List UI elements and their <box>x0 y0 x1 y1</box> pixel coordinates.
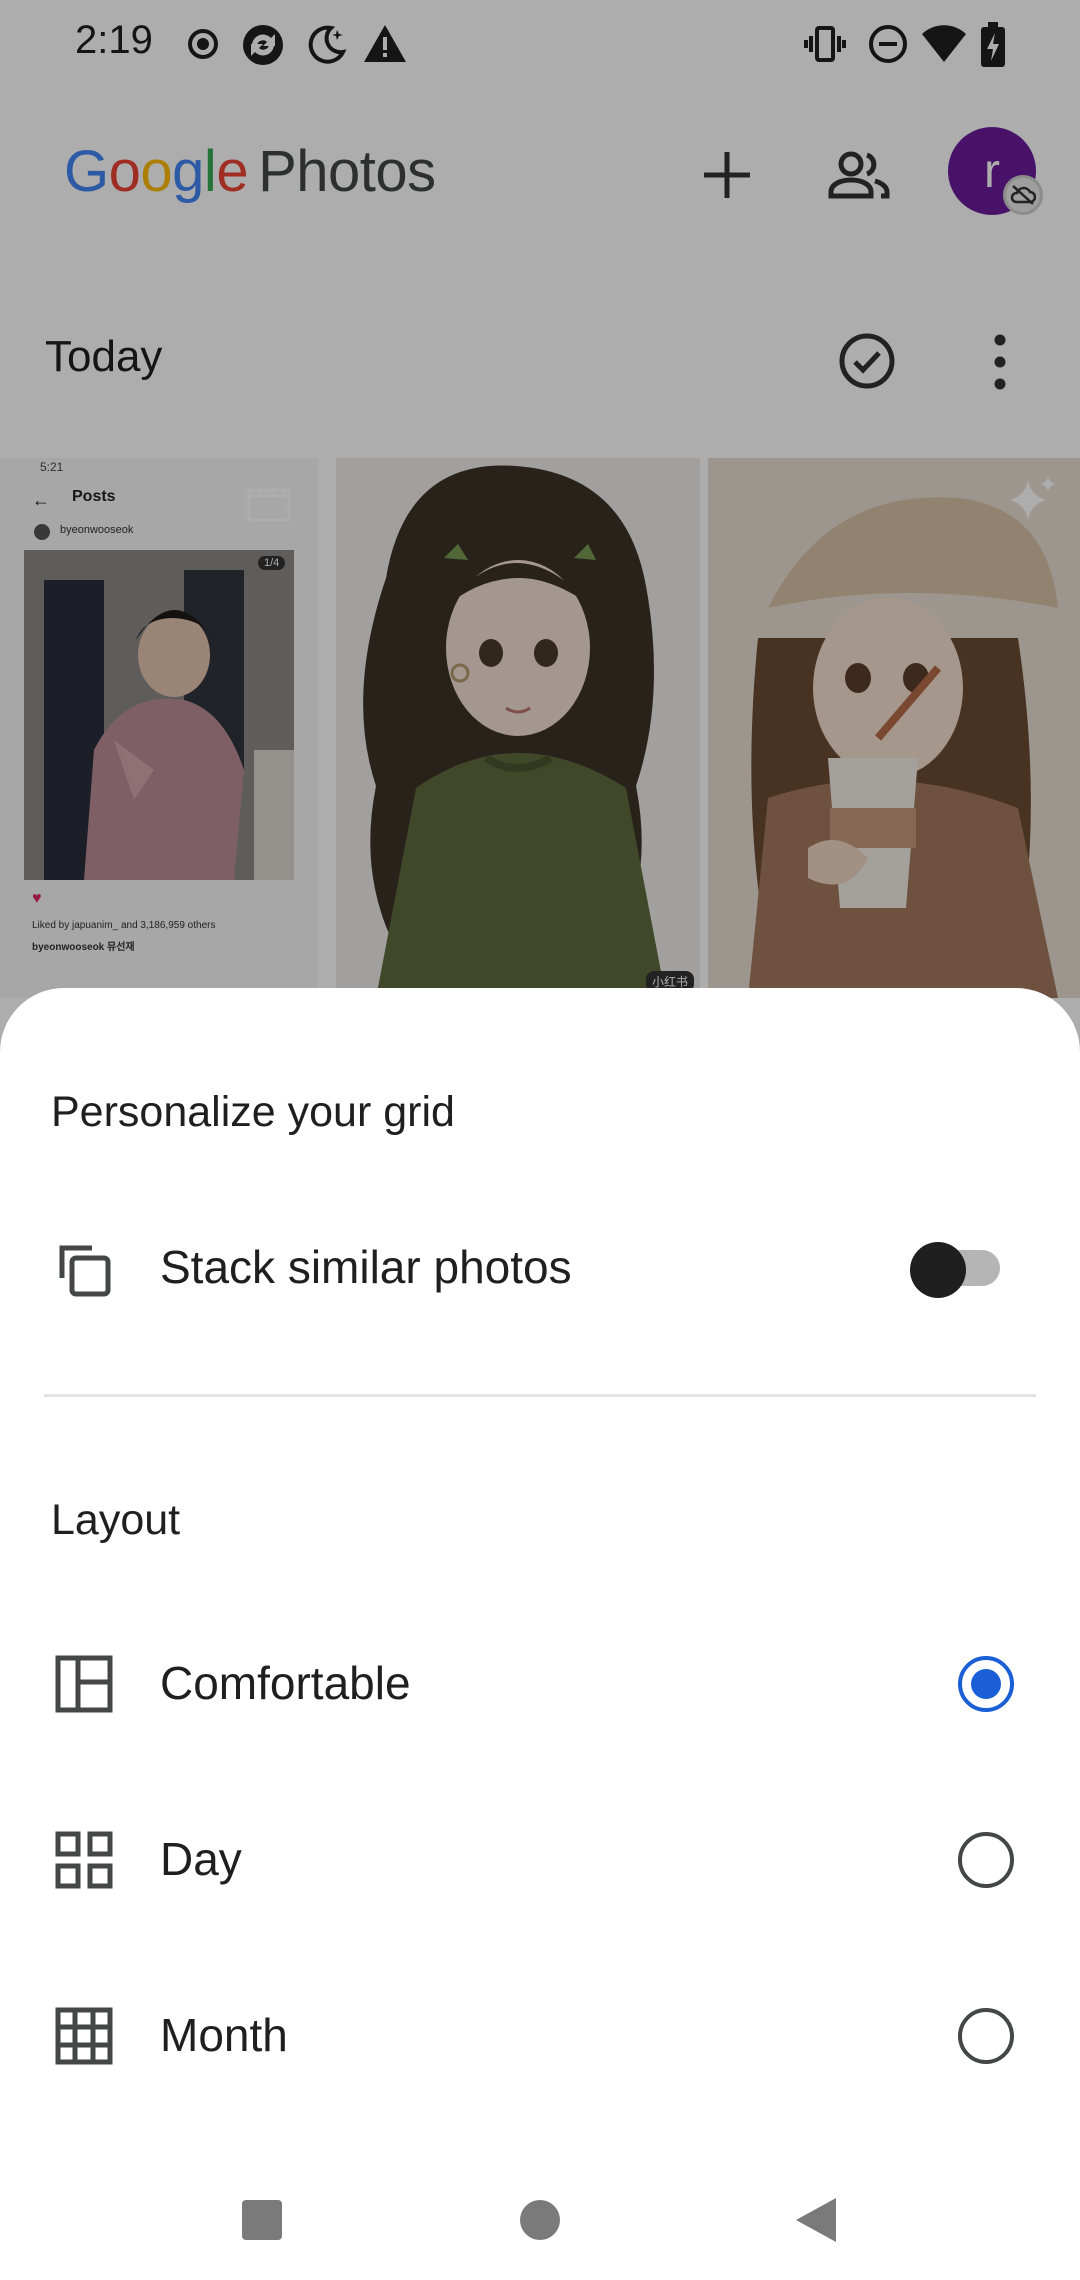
month-label: Month <box>160 2009 288 2061</box>
comfortable-radio[interactable] <box>958 1656 1014 1712</box>
recents-icon <box>242 2200 282 2240</box>
layout-title: Layout <box>51 1496 181 1544</box>
system-nav-bar <box>0 2150 1080 2280</box>
sheet-title: Personalize your grid <box>51 1088 455 1136</box>
month-radio[interactable] <box>958 2008 1014 2064</box>
back-button[interactable] <box>786 2190 846 2250</box>
home-button[interactable] <box>510 2190 570 2250</box>
recents-button[interactable] <box>232 2190 292 2250</box>
day-radio[interactable] <box>958 1832 1014 1888</box>
month-layout-icon <box>55 2007 113 2065</box>
personalize-grid-sheet: Personalize your grid Stack similar phot… <box>0 988 1080 2280</box>
stack-similar-label: Stack similar photos <box>160 1241 572 1293</box>
comfortable-label: Comfortable <box>160 1657 411 1709</box>
screen: 2:19 Google Photos r Today 5:21 ← Posts … <box>0 0 1080 2280</box>
divider <box>44 1394 1036 1397</box>
back-icon <box>796 2198 836 2242</box>
stack-icon <box>59 1245 111 1297</box>
home-icon <box>520 2200 560 2240</box>
comfortable-layout-icon <box>55 1655 113 1713</box>
day-label: Day <box>160 1833 242 1885</box>
toggle-thumb <box>910 1242 966 1298</box>
day-layout-icon <box>55 1831 113 1889</box>
